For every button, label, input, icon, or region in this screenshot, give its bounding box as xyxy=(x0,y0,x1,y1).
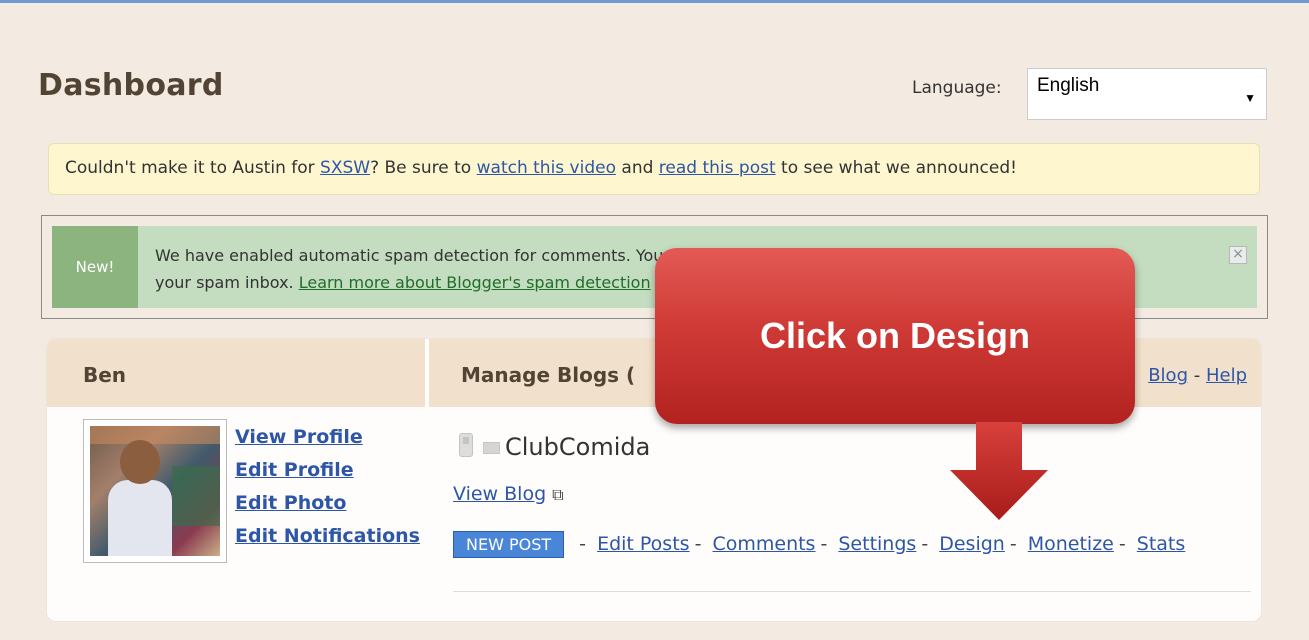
edit-profile-link[interactable]: Edit Profile xyxy=(235,454,420,487)
new-blog-link[interactable]: Blog xyxy=(1148,365,1188,386)
read-post-link[interactable]: read this post xyxy=(659,158,776,178)
blog-actions: NEW POST - Edit Posts - Comments - Settings… xyxy=(453,531,1185,558)
top-border xyxy=(0,0,1309,3)
action-separator: - xyxy=(820,533,828,555)
language-select[interactable]: English ▼ xyxy=(1027,68,1267,120)
announcement-banner: Couldn't make it to Austin for SXSW? Be … xyxy=(48,143,1260,195)
spam-notice-prefix: your spam inbox. xyxy=(155,273,299,292)
edit-posts-link[interactable]: Edit Posts xyxy=(597,533,690,555)
sxsw-link[interactable]: SXSW xyxy=(320,158,370,178)
close-icon[interactable]: × xyxy=(1229,246,1247,264)
action-separator: - xyxy=(1118,533,1126,555)
watch-video-link[interactable]: watch this video xyxy=(477,158,616,178)
arrow-down-icon xyxy=(950,422,1048,520)
chevron-down-icon: ▼ xyxy=(1244,91,1256,105)
action-separator: - xyxy=(579,533,587,555)
profile-links: View Profile Edit Profile Edit Photo Edi… xyxy=(235,421,420,553)
header-separator: - xyxy=(1188,365,1206,386)
design-link[interactable]: Design xyxy=(939,533,1005,555)
external-window-icon: ⧉ xyxy=(552,485,564,504)
phone-icon xyxy=(459,433,473,457)
page-title: Dashboard xyxy=(38,68,224,103)
action-separator: - xyxy=(694,533,702,555)
avatar[interactable] xyxy=(83,419,227,563)
help-link[interactable]: Help xyxy=(1206,365,1247,386)
settings-link[interactable]: Settings xyxy=(838,533,916,555)
language-label: Language: xyxy=(912,78,1002,98)
header-links: Blog - Help xyxy=(1148,365,1247,386)
new-badge: New! xyxy=(52,226,138,308)
language-value: English xyxy=(1037,75,1100,96)
monetize-link[interactable]: Monetize xyxy=(1028,533,1114,555)
notice-text: to see what we announced! xyxy=(775,158,1017,178)
new-post-button[interactable]: NEW POST xyxy=(453,531,565,558)
view-blog-link[interactable]: View Blog xyxy=(453,483,546,505)
edit-photo-link[interactable]: Edit Photo xyxy=(235,487,420,520)
learn-more-spam-link[interactable]: Learn more about Blogger's spam detectio… xyxy=(299,273,651,292)
view-blog: View Blog ⧉ xyxy=(453,483,564,505)
edit-notifications-link[interactable]: Edit Notifications xyxy=(235,520,420,553)
blog-name: ClubComida xyxy=(505,433,651,461)
manage-blogs-title: Manage Blogs ( xyxy=(461,363,636,387)
view-profile-link[interactable]: View Profile xyxy=(235,421,420,454)
action-separator: - xyxy=(1009,533,1017,555)
mail-icon xyxy=(483,442,500,454)
action-separator: - xyxy=(921,533,929,555)
profile-header: Ben xyxy=(47,339,425,407)
stats-link[interactable]: Stats xyxy=(1137,533,1186,555)
tutorial-callout: Click on Design xyxy=(655,248,1135,424)
notice-text: and xyxy=(616,158,659,178)
profile-photo xyxy=(90,426,220,556)
comments-link[interactable]: Comments xyxy=(712,533,815,555)
notice-text: Couldn't make it to Austin for xyxy=(65,158,321,178)
divider xyxy=(453,591,1251,592)
notice-text: ? Be sure to xyxy=(370,158,477,178)
